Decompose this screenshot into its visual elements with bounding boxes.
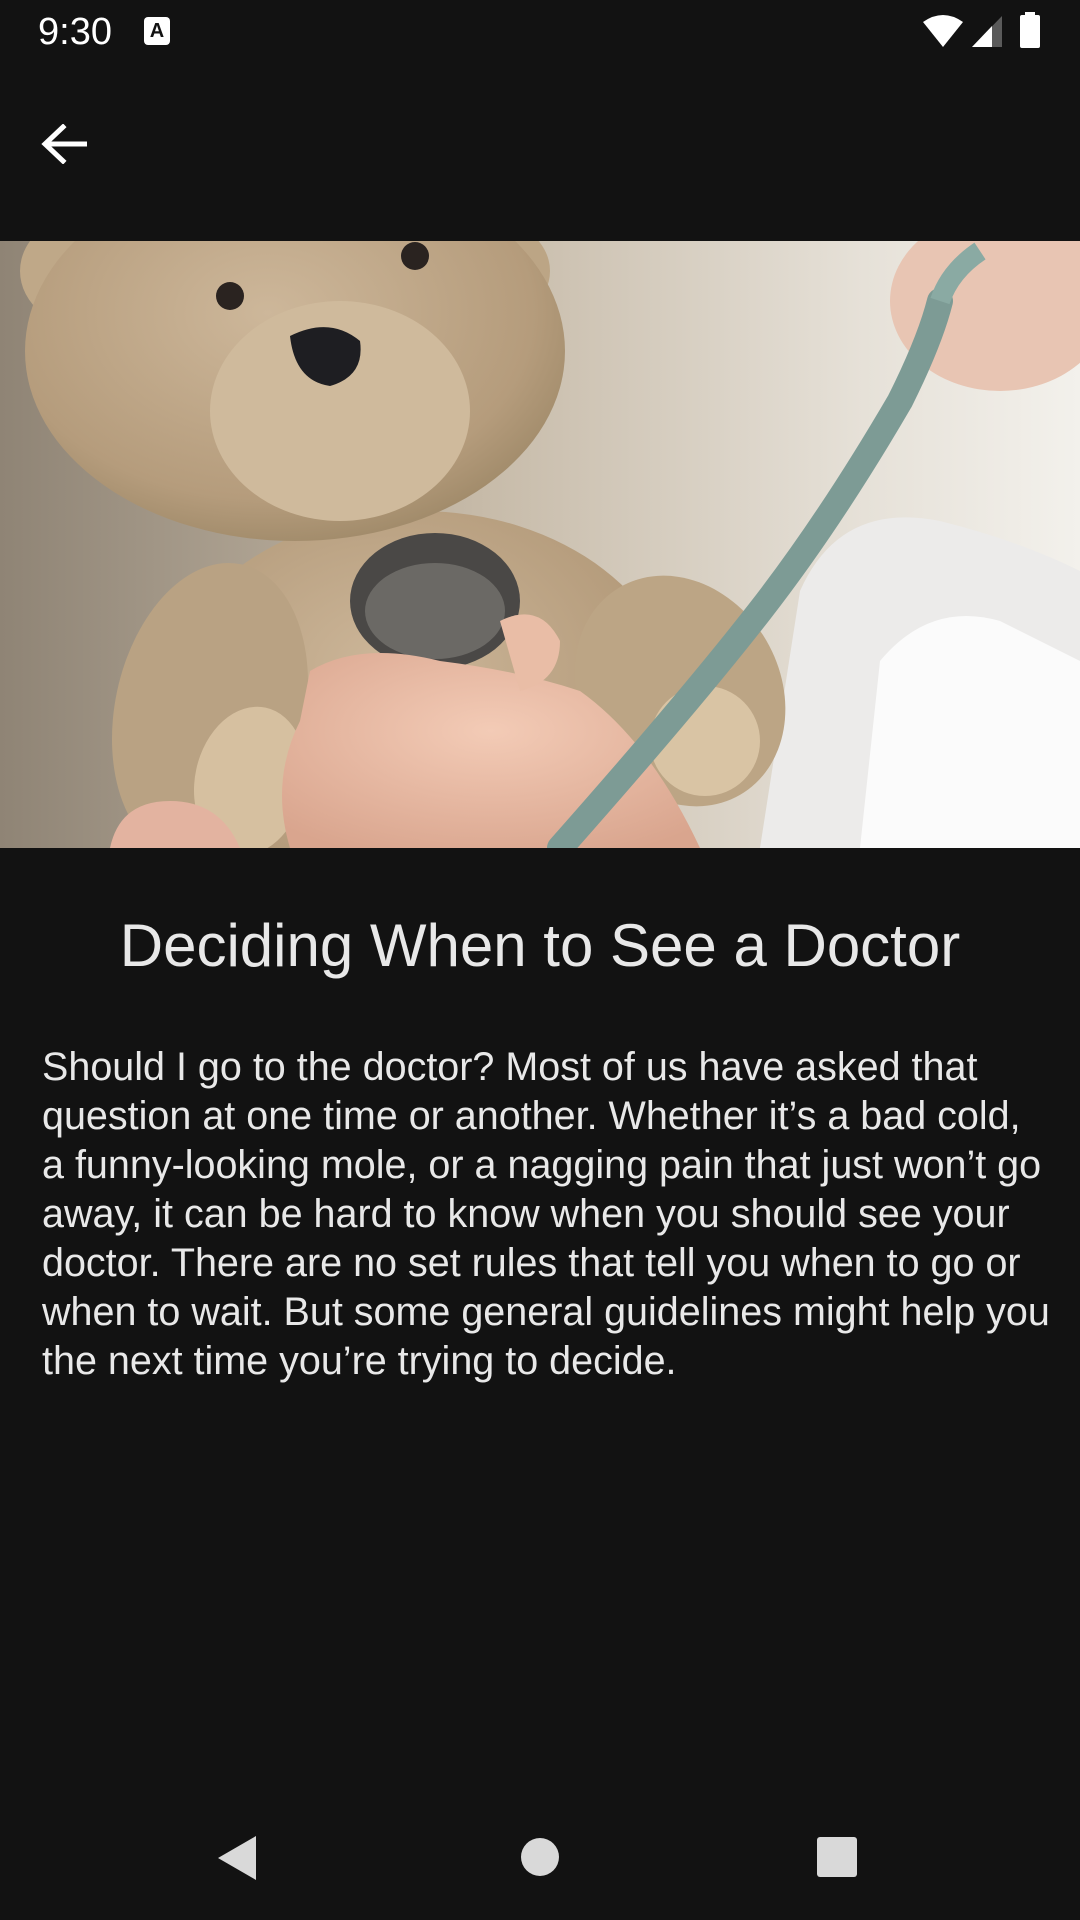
article-title: Deciding When to See a Doctor (119, 912, 961, 979)
status-bar: 9:30 (0, 0, 1080, 64)
wifi-icon (923, 15, 963, 47)
nav-home-icon[interactable] (520, 1837, 560, 1877)
battery-icon (1020, 12, 1040, 48)
text-a-notification-icon (144, 17, 170, 45)
hero-image (0, 241, 1080, 848)
nav-back-icon[interactable] (216, 1834, 260, 1882)
back-button[interactable] (24, 104, 104, 184)
navigation-bar (0, 1800, 1080, 1920)
status-time: 9:30 (38, 11, 112, 53)
arrow-back-icon (41, 124, 87, 164)
article-body: Should I go to the doctor? Most of us ha… (42, 1045, 1050, 1383)
cell-signal-icon (972, 16, 1002, 47)
nav-recents-icon[interactable] (817, 1837, 857, 1877)
app-bar (0, 64, 1080, 240)
